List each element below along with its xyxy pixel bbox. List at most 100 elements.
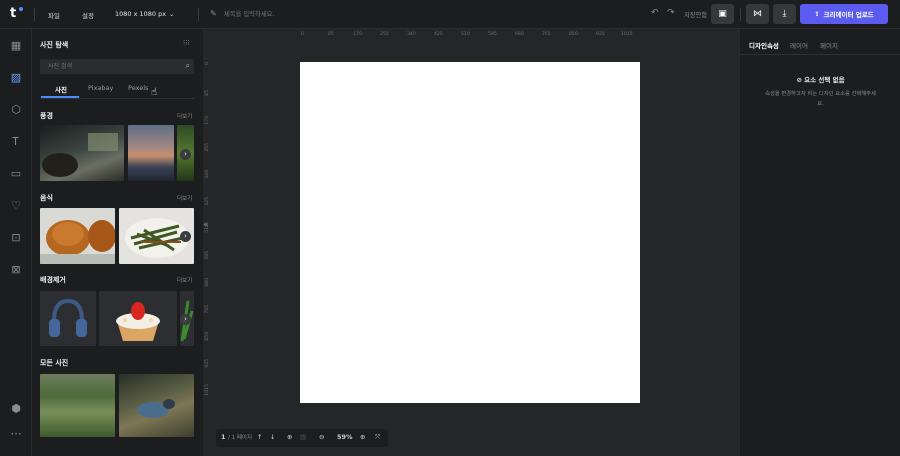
creator-upload-label: 크리에이터 업로드 xyxy=(823,11,874,19)
empty-state-title: ⊘ 요소 선택 없음 xyxy=(740,74,900,84)
collapse-panel-icon[interactable]: « xyxy=(203,220,209,230)
creator-upload-button[interactable]: ⇪ 크리에이터 업로드 xyxy=(800,4,888,24)
section-title-food: 음식 xyxy=(40,194,53,202)
ruler-tick: 425 xyxy=(434,32,443,37)
add-page-icon[interactable]: ⊕ xyxy=(287,433,292,441)
ruler-tick: 85 xyxy=(328,32,334,37)
photo-thumb[interactable] xyxy=(40,208,115,264)
template-icon[interactable]: ▭ xyxy=(9,167,23,181)
ruler-tick: 595 xyxy=(488,32,497,37)
section-title-all-photos: 모든 사진 xyxy=(40,359,69,367)
ruler-tick: 850 xyxy=(569,32,578,37)
tab-pixabay[interactable]: Pixabay xyxy=(88,84,113,92)
no-selection-icon: ⊘ xyxy=(796,76,805,84)
strawberry-tart-image xyxy=(116,302,160,341)
save-status: 저장안함 xyxy=(684,12,708,19)
photo-thumb[interactable] xyxy=(40,125,124,181)
tab-design-properties[interactable]: 디자인속성 xyxy=(749,40,779,50)
section-title-landscape: 풍경 xyxy=(40,112,53,120)
ruler-tick: 0 xyxy=(205,62,210,65)
tab-photos[interactable]: 사진 xyxy=(55,84,67,94)
menu-settings[interactable]: 설정 xyxy=(82,10,94,20)
photo-thumb[interactable] xyxy=(128,125,174,181)
grid-menu-icon[interactable]: ⁝⁝⁝ xyxy=(183,39,190,47)
tab-pages[interactable]: 페이지 xyxy=(820,40,838,50)
layout-icon[interactable]: ▦ xyxy=(9,39,23,53)
chevron-right-icon[interactable]: › xyxy=(180,231,191,242)
divider xyxy=(198,8,199,21)
text-icon[interactable]: Ꭲ xyxy=(9,135,23,149)
photo-panel: 사진 탐색 ⁝⁝⁝ ⌕ 사진 Pixabay Pexels ☝ 풍경 더보기 ›… xyxy=(32,29,203,456)
ruler-tick: 340 xyxy=(407,32,416,37)
chevron-down-icon: ⌄ xyxy=(169,11,175,18)
zoom-in-icon[interactable]: ⊕ xyxy=(360,433,365,441)
top-bar: t 파일 설정 1080 x 1080 px⌄ ✎ ↶ ↷ 저장안함 ▣ ⋈ ⤓… xyxy=(0,0,900,29)
fit-screen-icon[interactable]: ⤧ xyxy=(375,433,380,442)
ruler-tick: 85 xyxy=(205,90,210,96)
upload-icon[interactable]: ⊡ xyxy=(9,231,23,245)
divider xyxy=(740,8,741,21)
more-link-bg-removed[interactable]: 더보기 xyxy=(177,276,192,284)
delete-page-icon[interactable]: ▤ xyxy=(300,433,306,441)
empty-state-description: 속성을 변경하고자 하는 디자인 요소를 선택해주세요. xyxy=(765,91,876,107)
ruler-tick: 340 xyxy=(205,170,210,179)
brand-icon[interactable]: ⬢ xyxy=(9,402,23,416)
photo-thumb[interactable] xyxy=(40,291,96,346)
title-input[interactable] xyxy=(210,7,410,21)
arrow-up-icon[interactable]: ↑ xyxy=(257,433,262,441)
tab-active-indicator xyxy=(41,96,79,98)
chevron-right-icon[interactable]: › xyxy=(180,314,191,325)
photo-thumb[interactable] xyxy=(119,374,194,437)
design-page[interactable] xyxy=(300,62,640,403)
size-select[interactable]: 1080 x 1080 px ⌄ xyxy=(115,10,174,18)
left-rail: ▦ ▨ ⬡ Ꭲ ▭ ♡ ⊡ ⊠ ⬢ ⋯ xyxy=(0,29,32,456)
ruler-tick: 680 xyxy=(515,32,524,37)
ruler-tick: 170 xyxy=(205,116,210,125)
ruler-tick: 1015 xyxy=(205,384,210,396)
panel-title: 사진 탐색 xyxy=(40,41,69,49)
download-icon: ⤓ xyxy=(782,9,787,19)
ruler-tick: 765 xyxy=(542,32,551,37)
ruler-tick: 1015 xyxy=(621,32,633,37)
zoom-level[interactable]: 59% xyxy=(337,433,353,441)
tab-layers[interactable]: 레이어 xyxy=(790,40,808,50)
logo-dot xyxy=(19,7,23,11)
undo-icon[interactable]: ↶ xyxy=(651,8,659,18)
profile-icon[interactable]: ⊠ xyxy=(9,263,23,277)
ruler-tick: 0 xyxy=(301,32,304,37)
ruler-tick: 510 xyxy=(461,32,470,37)
tab-pexels[interactable]: Pexels xyxy=(128,84,148,92)
page-current: 1 xyxy=(221,433,226,441)
search-input[interactable] xyxy=(48,59,178,74)
share-button[interactable]: ⋈ xyxy=(746,4,769,24)
search-icon[interactable]: ⌕ xyxy=(186,61,190,71)
ruler-tick: 680 xyxy=(205,278,210,287)
like-icon[interactable]: ♡ xyxy=(9,199,23,213)
menu-file[interactable]: 파일 xyxy=(48,10,60,20)
element-icon[interactable]: ⬡ xyxy=(9,103,23,117)
headphones-image xyxy=(49,298,87,337)
more-icon[interactable]: ⋯ xyxy=(9,427,23,441)
bread-image xyxy=(40,220,115,264)
ruler-tick: 425 xyxy=(205,197,210,206)
chevron-right-icon[interactable]: › xyxy=(180,149,191,160)
empty-state-title-text: 요소 선택 없음 xyxy=(804,76,845,84)
arrow-down-icon[interactable]: ↓ xyxy=(270,433,275,441)
more-link-food[interactable]: 더보기 xyxy=(177,194,192,202)
zoom-out-icon[interactable]: ⊖ xyxy=(319,433,324,441)
download-button[interactable]: ⤓ xyxy=(773,4,796,24)
save-button[interactable]: ▣ xyxy=(711,4,734,24)
page-total: / 1 페이지 xyxy=(228,435,253,441)
photo-thumb[interactable] xyxy=(40,374,115,437)
tab-divider xyxy=(40,98,194,99)
photo-thumb[interactable] xyxy=(99,291,177,346)
tab-divider xyxy=(740,54,900,55)
more-link-landscape[interactable]: 더보기 xyxy=(177,112,192,120)
redo-icon[interactable]: ↷ xyxy=(667,8,675,18)
ruler-tick: 255 xyxy=(380,32,389,37)
ruler-left: 0 85 170 255 340 425 510 595 680 765 850… xyxy=(203,60,214,405)
ruler-tick: 935 xyxy=(596,32,605,37)
ruler-tick: 935 xyxy=(205,359,210,368)
image-icon[interactable]: ▨ xyxy=(9,71,23,85)
page-zoom-bar: 1 / 1 페이지 ↑ ↓ ⊕ ▤ ⊖ 59% ⊕ ⤧ xyxy=(216,429,388,447)
